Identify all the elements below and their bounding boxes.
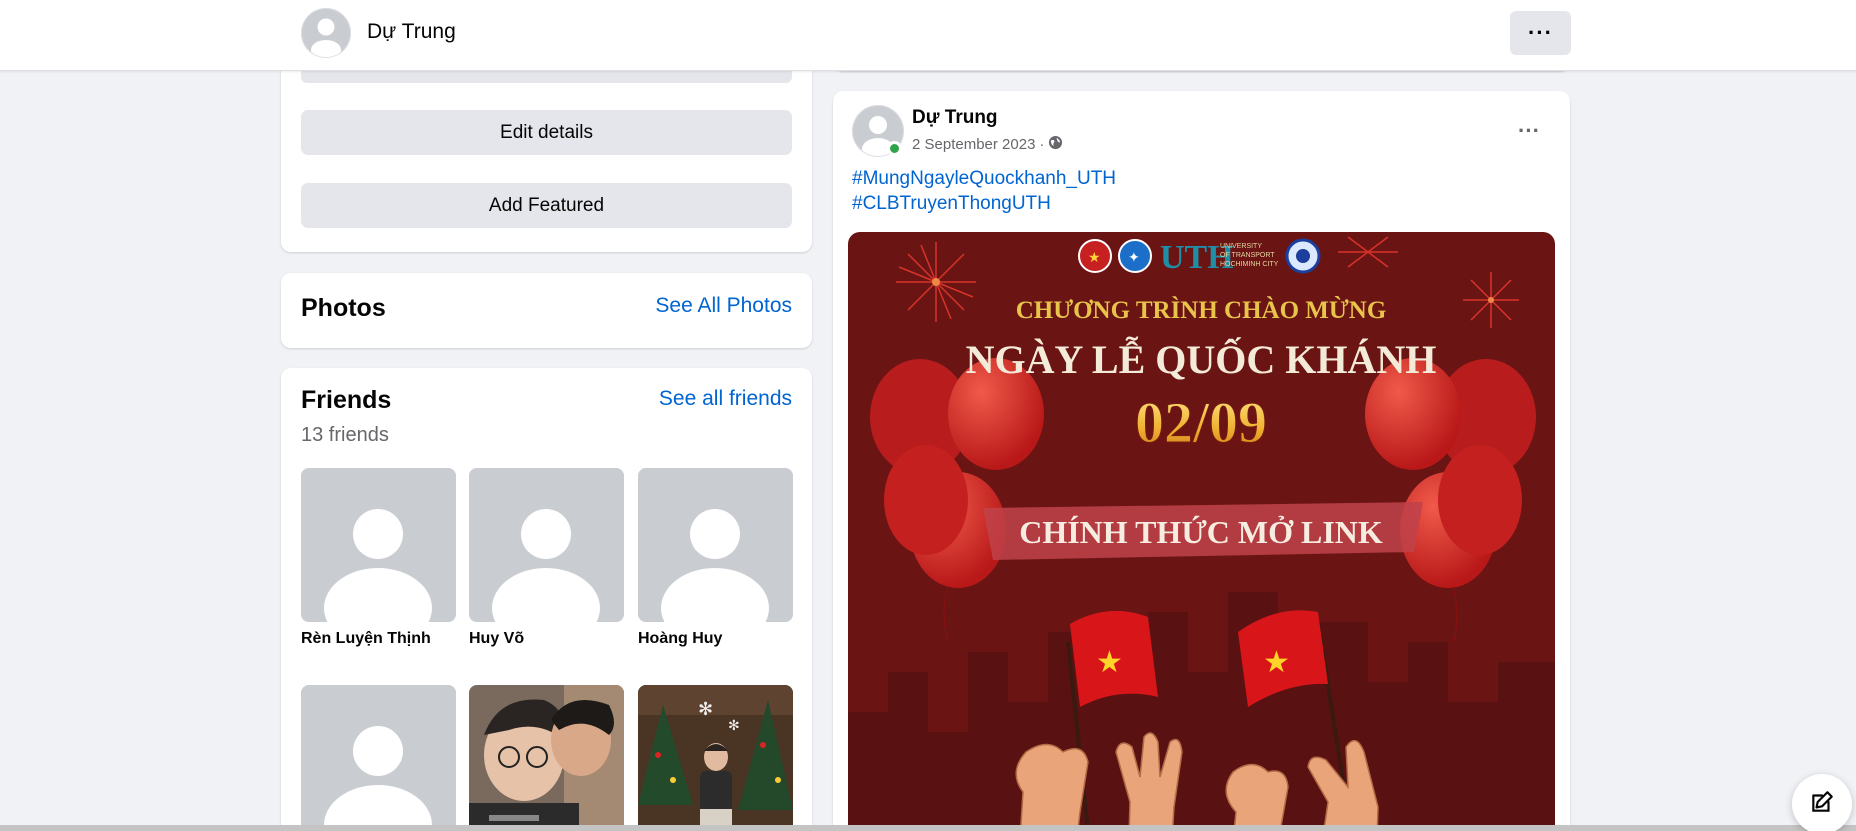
poster-line-1: CHƯƠNG TRÌNH CHÀO MỪNG bbox=[1016, 296, 1387, 324]
post-card: Dự Trung 2 September 2023 · ··· #MungNga… bbox=[833, 91, 1570, 831]
see-all-photos-link[interactable]: See All Photos bbox=[655, 294, 792, 318]
friend-item[interactable]: Hoàng Huy bbox=[638, 468, 793, 648]
friend-item[interactable] bbox=[469, 685, 624, 831]
compose-message-button[interactable] bbox=[1792, 774, 1852, 831]
uth-subtext: HOCHIMINH CITY bbox=[1220, 261, 1279, 268]
online-status-dot bbox=[887, 141, 902, 156]
friend-avatar[interactable] bbox=[301, 468, 456, 622]
post-author-name[interactable]: Dự Trung bbox=[912, 107, 998, 129]
svg-text:✻: ✻ bbox=[728, 717, 740, 733]
friend-avatar[interactable] bbox=[638, 468, 793, 622]
friend-name[interactable]: Huy Võ bbox=[469, 630, 624, 648]
friend-name[interactable]: Rèn Luyện Thịnh bbox=[301, 630, 456, 648]
svg-text:★: ★ bbox=[1263, 646, 1290, 679]
friend-photo-selfie[interactable] bbox=[469, 685, 624, 831]
poster-banner: CHÍNH THỨC MỞ LINK bbox=[1019, 514, 1383, 550]
svg-text:✦: ✦ bbox=[1128, 249, 1140, 265]
profile-avatar[interactable] bbox=[301, 8, 351, 60]
profile-sticky-header: Dự Trung ··· bbox=[0, 0, 1856, 71]
photos-title: Photos bbox=[301, 294, 386, 322]
friend-item[interactable]: Rèn Luyện Thịnh bbox=[301, 468, 456, 648]
uth-subtext: UNIVERSITY bbox=[1220, 243, 1262, 250]
friend-avatar[interactable] bbox=[301, 685, 456, 831]
intro-previous-button[interactable] bbox=[301, 70, 792, 83]
see-all-friends-link[interactable]: See all friends bbox=[659, 387, 792, 411]
friends-card: Friends See all friends 13 friends Rèn L… bbox=[281, 368, 812, 831]
hashtag-link[interactable]: #MungNgayleQuockhanh_UTH bbox=[852, 168, 1116, 190]
post-meta: 2 September 2023 · bbox=[912, 135, 1063, 154]
poster-line-2: NGÀY LỄ QUỐC KHÁNH bbox=[966, 336, 1437, 382]
friends-title: Friends bbox=[301, 386, 392, 414]
svg-text:✻: ✻ bbox=[698, 699, 713, 719]
intro-card: Edit details Add Featured bbox=[281, 40, 812, 252]
friends-count: 13 friends bbox=[301, 424, 389, 446]
profile-more-button[interactable]: ··· bbox=[1510, 11, 1571, 55]
meta-separator: · bbox=[1039, 136, 1045, 153]
profile-name[interactable]: Dự Trung bbox=[367, 20, 456, 44]
add-featured-button[interactable]: Add Featured bbox=[301, 183, 792, 228]
edit-details-button[interactable]: Edit details bbox=[301, 110, 792, 155]
post-date[interactable]: 2 September 2023 bbox=[912, 136, 1035, 153]
compose-edit-icon bbox=[1809, 789, 1835, 820]
friend-item[interactable] bbox=[301, 685, 456, 831]
hashtag-link[interactable]: #CLBTruyenThongUTH bbox=[852, 193, 1051, 215]
friend-avatar[interactable] bbox=[469, 468, 624, 622]
friend-photo-christmas[interactable]: ✻ ✻ bbox=[638, 685, 793, 831]
poster-date: 02/09 bbox=[1135, 390, 1267, 455]
friend-name[interactable]: Hoàng Huy bbox=[638, 630, 793, 648]
friend-item[interactable]: Huy Võ bbox=[469, 468, 624, 648]
post-image[interactable]: ★ ✦ UTH UNIVERSITY OF TRANSPORT HOCHIMIN… bbox=[848, 232, 1555, 831]
svg-text:★: ★ bbox=[1096, 646, 1123, 679]
horizontal-scrollbar[interactable] bbox=[0, 825, 1856, 831]
svg-text:★: ★ bbox=[1088, 249, 1101, 265]
friend-item[interactable]: ✻ ✻ bbox=[638, 685, 793, 831]
post-options-button[interactable]: ··· bbox=[1511, 113, 1547, 149]
globe-icon bbox=[1048, 135, 1063, 154]
photos-card: Photos See All Photos bbox=[281, 273, 812, 348]
uth-subtext: OF TRANSPORT bbox=[1220, 252, 1275, 259]
